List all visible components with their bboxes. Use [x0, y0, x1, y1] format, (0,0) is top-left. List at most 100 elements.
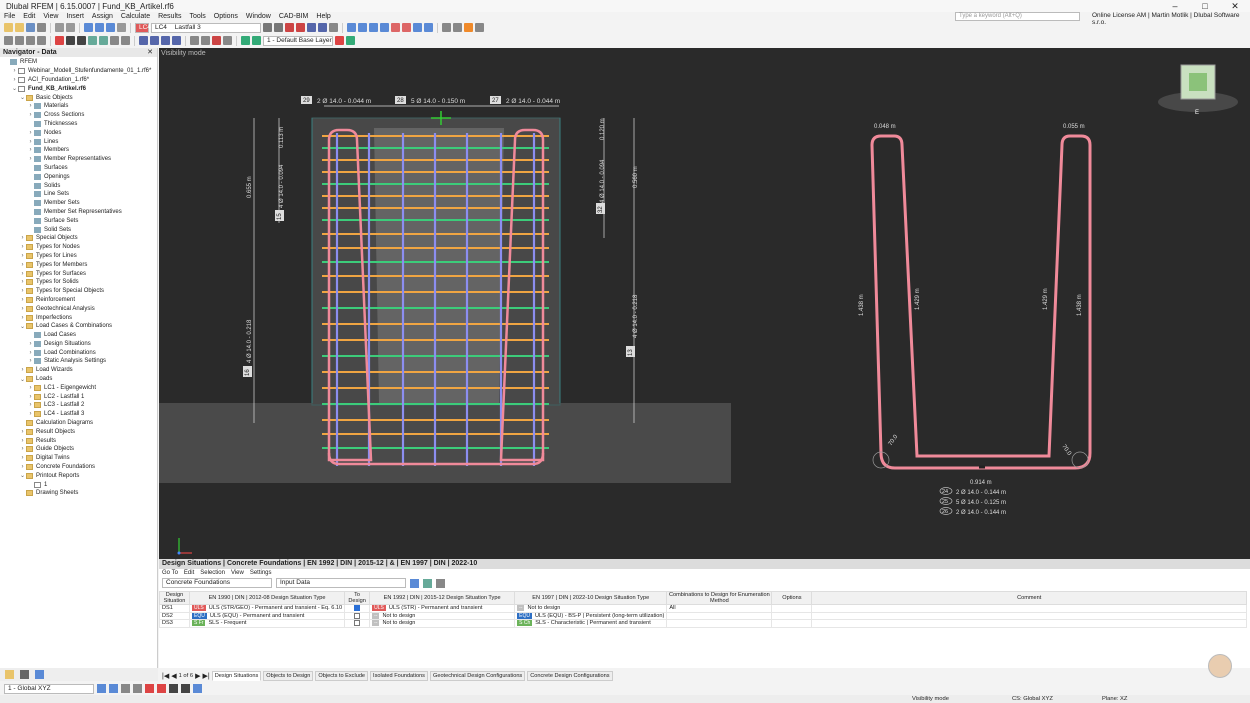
chevron-right-icon[interactable]: › [27, 350, 34, 356]
layer-visible-icon[interactable] [241, 36, 250, 45]
rotate-icon[interactable] [26, 36, 35, 45]
nav-item[interactable]: › Types for Lines [0, 252, 157, 261]
nav-item[interactable]: Calculation Diagrams [0, 419, 157, 428]
result-diagram-icon[interactable] [307, 23, 316, 32]
nav-item[interactable]: › Types for Nodes [0, 243, 157, 252]
nav-item[interactable]: Surface Sets [0, 216, 157, 225]
surface-icon[interactable] [88, 36, 97, 45]
clipping-icon[interactable] [201, 36, 210, 45]
copy-icon[interactable] [223, 36, 232, 45]
solid-icon[interactable] [99, 36, 108, 45]
coordinate-system-select[interactable]: 1 - Global XYZ [4, 683, 94, 694]
menu-file[interactable]: File [0, 13, 19, 20]
chevron-right-icon[interactable]: › [19, 253, 26, 259]
nav-item[interactable]: › Load Wizards [0, 366, 157, 375]
cell-en1992[interactable]: -- Not to design [369, 619, 516, 628]
view-icon[interactable] [95, 23, 104, 32]
first-page-icon[interactable]: |◀ [162, 672, 169, 680]
cell-to-design[interactable] [344, 604, 371, 613]
member-icon[interactable] [77, 36, 86, 45]
chevron-right-icon[interactable]: › [27, 358, 34, 364]
grid-icon[interactable] [106, 23, 115, 32]
filter-icon[interactable] [329, 23, 338, 32]
dimension-tool-icon[interactable] [169, 684, 178, 693]
previous-load-case-icon[interactable] [263, 23, 272, 32]
nav-item[interactable]: › Members [0, 146, 157, 155]
cell-combinations[interactable] [666, 619, 773, 628]
layer-lock-icon[interactable] [252, 36, 261, 45]
nav-item[interactable]: 1 [0, 480, 157, 489]
cell-options[interactable] [771, 619, 813, 628]
tab-geotechnical-design-configurations[interactable]: Geotechnical Design Configurations [429, 671, 526, 681]
chevron-right-icon[interactable]: › [27, 341, 34, 347]
measure-icon[interactable] [442, 23, 451, 32]
chevron-right-icon[interactable]: › [27, 130, 34, 136]
maximize-button[interactable]: □ [1190, 1, 1220, 11]
export-icon[interactable] [423, 578, 432, 588]
nav-item[interactable]: ⌄ Fund_KB_Artikel.rf6 [0, 84, 157, 93]
nav-item[interactable]: Openings [0, 172, 157, 181]
tab-isolated-foundations[interactable]: Isolated Foundations [370, 671, 428, 681]
cell-combinations[interactable] [666, 611, 773, 620]
ortho-icon[interactable] [121, 684, 130, 693]
chevron-right-icon[interactable]: › [19, 464, 26, 470]
nav-item[interactable]: › Cross Sections [0, 111, 157, 120]
chevron-right-icon[interactable]: › [19, 262, 26, 268]
zoom-all-icon[interactable] [413, 23, 422, 32]
chevron-right-icon[interactable]: › [27, 112, 34, 118]
nav-item[interactable]: › Member Representatives [0, 155, 157, 164]
line-icon[interactable] [66, 36, 75, 45]
grid-snap-icon[interactable] [150, 36, 159, 45]
last-page-icon[interactable]: ▶| [203, 672, 210, 680]
nav-item[interactable]: › Static Analysis Settings [0, 357, 157, 366]
chevron-right-icon[interactable]: › [27, 411, 34, 417]
cell-options[interactable] [771, 604, 813, 613]
table-row[interactable]: DS2 EQU ULS (EQU) - Permanent and transien… [159, 611, 1247, 620]
cell-to-design[interactable] [344, 611, 371, 620]
workplane-icon[interactable] [193, 684, 202, 693]
cell-combinations[interactable]: All [666, 604, 773, 613]
mirror-icon[interactable] [37, 36, 46, 45]
nav-item[interactable]: › Concrete Foundations [0, 463, 157, 472]
cell-en1990[interactable]: S Fr SLS - Frequent [188, 619, 346, 628]
show-loads-icon[interactable] [285, 23, 294, 32]
menu-view[interactable]: View [39, 13, 62, 20]
chevron-right-icon[interactable]: › [19, 429, 26, 435]
cell-en1990[interactable]: ULS ULS (STR/GEO) - Permanent and transie… [188, 604, 346, 613]
nav-item[interactable]: Solid Sets [0, 225, 157, 234]
panel-menu-view[interactable]: View [231, 569, 244, 577]
show-results-icon[interactable] [296, 23, 305, 32]
draw-line-icon[interactable] [145, 684, 154, 693]
tab-objects-to-exclude[interactable]: Objects to Exclude [315, 671, 369, 681]
cell-comment[interactable] [811, 611, 1247, 620]
nav-item[interactable]: › Nodes [0, 128, 157, 137]
menu-assign[interactable]: Assign [88, 13, 117, 20]
cell-comment[interactable] [811, 619, 1247, 628]
snap-grid-icon[interactable] [97, 684, 106, 693]
chevron-right-icon[interactable]: › [19, 235, 26, 241]
nav-item[interactable]: Line Sets [0, 190, 157, 199]
node-icon[interactable] [55, 36, 64, 45]
nav-item[interactable]: Drawing Sheets [0, 489, 157, 498]
menu-results[interactable]: Results [154, 13, 185, 20]
nav-item[interactable]: Member Set Representatives [0, 208, 157, 217]
data-tab-icon[interactable] [5, 670, 14, 679]
nav-item[interactable]: RFEM [0, 58, 157, 67]
cell-comment[interactable] [811, 604, 1247, 613]
menu-insert[interactable]: Insert [62, 13, 88, 20]
tab-objects-to-design[interactable]: Objects to Design [263, 671, 314, 681]
cell-en1990[interactable]: EQU ULS (EQU) - Permanent and transient [188, 611, 346, 620]
nav-item[interactable]: › LC3 - Lastfall 2 [0, 401, 157, 410]
nav-item[interactable]: › Materials [0, 102, 157, 111]
menu-help[interactable]: Help [312, 13, 334, 20]
chevron-right-icon[interactable]: › [27, 394, 34, 400]
select-icon[interactable] [4, 36, 13, 45]
chevron-down-icon[interactable]: ⌄ [11, 85, 18, 92]
chevron-right-icon[interactable]: › [19, 279, 26, 285]
panel-menu-selection[interactable]: Selection [200, 569, 225, 577]
move-icon[interactable] [15, 36, 24, 45]
nav-item[interactable]: › Types for Special Objects [0, 287, 157, 296]
cell-to-design[interactable] [344, 619, 371, 628]
print-icon[interactable] [37, 23, 46, 32]
chevron-down-icon[interactable]: ⌄ [19, 323, 26, 330]
